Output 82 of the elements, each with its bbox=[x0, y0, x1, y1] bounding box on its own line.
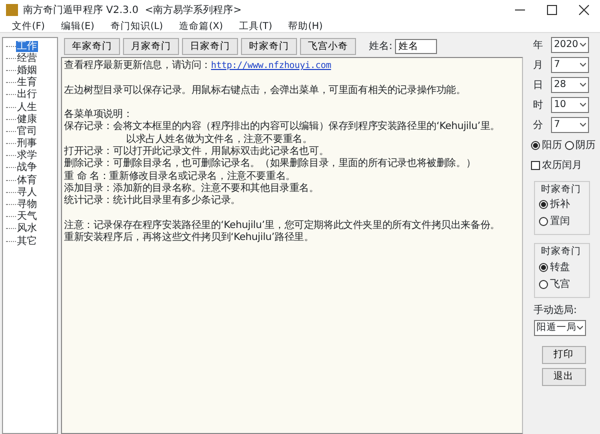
date-label: 分 bbox=[532, 118, 544, 132]
date-select[interactable]: 7 bbox=[551, 57, 589, 73]
chevron-icon bbox=[580, 63, 586, 67]
radio-button[interactable] bbox=[539, 262, 548, 272]
radio-label: 阴历 bbox=[576, 139, 596, 153]
menu-item[interactable]: 帮助(H) bbox=[280, 20, 331, 32]
date-label: 年 bbox=[532, 38, 544, 52]
tree-item[interactable]: 婚姻 bbox=[16, 64, 38, 76]
app-icon bbox=[6, 4, 18, 16]
radio-label: 飞宫 bbox=[550, 278, 570, 292]
action-button[interactable]: 打印 bbox=[542, 346, 586, 364]
radio-label: 转盘 bbox=[550, 260, 570, 274]
close-icon[interactable] bbox=[579, 5, 589, 15]
tree-item[interactable]: 寻物 bbox=[16, 199, 38, 210]
tree-item[interactable]: 寻人 bbox=[16, 186, 38, 198]
date-select[interactable]: 28 bbox=[551, 77, 589, 93]
chevron-icon bbox=[580, 83, 586, 87]
date-label: 月 bbox=[532, 58, 544, 72]
tree-item[interactable]: 战争 bbox=[16, 162, 38, 174]
website-link[interactable]: http://www.nfzhouyi.com bbox=[211, 61, 332, 71]
tree-item[interactable]: 经营 bbox=[16, 52, 38, 64]
text-line: 删除记录：可删除目录名，也可删除记录名。（如果删除目录，里面的所有记录也将被删除。） bbox=[64, 158, 477, 170]
tree-item[interactable]: 出行 bbox=[16, 89, 38, 100]
tree-item[interactable]: 天气 bbox=[16, 211, 38, 222]
text-line: 添加目录：添加新的目录名称。注意不要和其他目录重名。 bbox=[64, 182, 320, 194]
name-field[interactable]: 姓名 bbox=[395, 38, 438, 54]
tree-item[interactable]: 健康 bbox=[16, 114, 38, 125]
radio-label: 拆补 bbox=[550, 198, 570, 212]
chevron-icon bbox=[580, 103, 586, 107]
radio-button[interactable] bbox=[539, 200, 548, 210]
window-title: 南方奇门遁甲程序 V2.3.0 <南方易学系列程序> bbox=[23, 4, 242, 18]
date-select[interactable]: 7 bbox=[551, 117, 589, 133]
chevron-icon bbox=[580, 43, 586, 47]
tree-item[interactable]: 刑事 bbox=[16, 138, 38, 150]
text-line: 重新安装程序后，再将这些文件拷贝到‘Kehujilu’路径里。 bbox=[64, 232, 315, 244]
date-select[interactable]: 2020 bbox=[551, 37, 589, 53]
manual-select[interactable]: 阳遁一局 bbox=[534, 320, 586, 336]
text-line: 各菜单项说明： bbox=[64, 109, 134, 120]
checkbox[interactable] bbox=[531, 161, 540, 170]
radio-label: 阳历 bbox=[542, 139, 562, 153]
tree-item[interactable]: 人生 bbox=[16, 102, 38, 113]
radio-button[interactable] bbox=[539, 217, 548, 226]
radio-button[interactable] bbox=[531, 141, 540, 150]
date-label: 日 bbox=[532, 78, 544, 92]
name-label: 姓名: bbox=[369, 40, 392, 54]
tree-item[interactable]: 生育 bbox=[16, 77, 38, 88]
text-line: 以求占人姓名做为文件名，注意不要重名。 bbox=[125, 134, 314, 146]
text-area[interactable] bbox=[61, 57, 523, 434]
menu-item[interactable]: 造命篇(X) bbox=[171, 20, 231, 32]
tree-item[interactable]: 工作 bbox=[16, 40, 38, 52]
tree-item[interactable]: 风水 bbox=[16, 223, 38, 234]
radio-button[interactable] bbox=[539, 280, 548, 288]
menu-item[interactable]: 奇门知识(L) bbox=[102, 20, 172, 32]
tree-item[interactable]: 官司 bbox=[16, 126, 38, 137]
text-line: 注意：记录保存在程序安装路径里的‘Kehujilu’里，您可定期将此文件夹里的所有文件拷贝出来备份。 bbox=[64, 220, 501, 232]
checkbox-label: 农历闰月 bbox=[542, 159, 582, 173]
tab-button[interactable]: 时家奇门 bbox=[241, 38, 297, 54]
tab-button[interactable]: 日家奇门 bbox=[182, 38, 238, 54]
text-line: 重 命 名：重新修改目录名或记录名，注意不要重名。 bbox=[64, 170, 296, 182]
tree-item[interactable]: 求学 bbox=[16, 150, 38, 162]
date-label: 时 bbox=[532, 98, 544, 112]
text-line: 左边树型目录可以保存记录。用鼠标右键点击，会弹出菜单，可里面有相关的记录操作功能。 bbox=[64, 84, 467, 97]
maximize-icon[interactable] bbox=[547, 5, 557, 15]
tab-button[interactable]: 飞宫小奇 bbox=[300, 38, 356, 54]
radio-button[interactable] bbox=[564, 141, 574, 150]
chevron-icon bbox=[576, 326, 582, 330]
tree-item[interactable]: 体育 bbox=[16, 174, 38, 186]
chevron-icon bbox=[580, 123, 586, 127]
text-line: 保存记录：会将文本框里的内容（程序排出的内容可以编辑）保存到程序安装路径里的‘Kehujilu’里。 bbox=[64, 121, 501, 134]
text-line: 统计记录：统计此目录里有多少条记录。 bbox=[64, 195, 242, 208]
tab-button[interactable]: 月家奇门 bbox=[123, 38, 179, 54]
info-text: 查看程序最新更新信息，请访问： bbox=[64, 60, 212, 71]
menu-item[interactable]: 工具(T) bbox=[230, 20, 280, 32]
tab-button[interactable]: 年家奇门 bbox=[64, 38, 120, 54]
radio-label: 置闰 bbox=[550, 214, 570, 230]
tree-item[interactable]: 其它 bbox=[16, 236, 38, 247]
date-select[interactable]: 10 bbox=[551, 97, 589, 113]
menu-item[interactable]: 编辑(E) bbox=[52, 20, 102, 32]
manual-label: 手动选局: bbox=[532, 304, 578, 318]
menu-item[interactable]: 文件(F) bbox=[4, 20, 53, 32]
action-button[interactable]: 退出 bbox=[542, 368, 586, 386]
text-line: 打开记录：可以打开此记录文件，用鼠标双击此记录名也可。 bbox=[64, 146, 330, 158]
